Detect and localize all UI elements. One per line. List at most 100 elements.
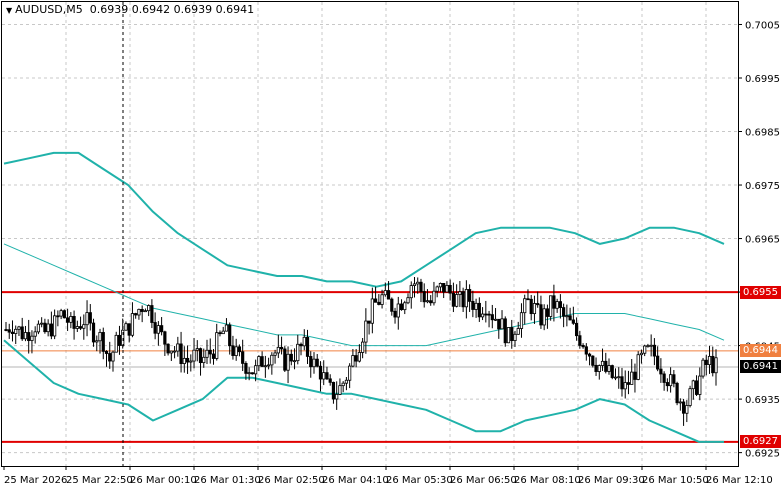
candle [600,348,605,371]
x-tick-label: 25 Mar 2026 [4,475,67,486]
y-tick-label: 0.6965 [745,235,780,246]
candle [393,307,397,324]
candle [153,312,157,340]
candle [263,355,267,378]
candle [675,381,679,406]
candle [688,385,692,408]
x-tick-label: 26 Mar 10:50 [642,475,709,486]
candle [198,347,203,376]
candle [49,311,53,340]
candle [237,344,242,357]
candle [17,325,21,336]
candle [82,314,86,340]
candle [72,310,76,340]
candle [10,320,15,342]
y-tick-label: 0.6935 [745,395,780,406]
candle [435,285,439,298]
candle [367,320,371,335]
candle [14,325,18,345]
candle [331,381,336,404]
candle [160,317,164,336]
candle [364,308,368,354]
price-tag-current: 0.6941 [740,360,781,374]
candle [276,334,280,359]
candle [581,343,585,349]
x-tick-label: 26 Mar 12:10 [706,475,773,486]
candle [455,284,459,308]
candle [587,352,592,366]
candle [205,339,209,365]
chart-canvas[interactable]: 0.7005 0.6995 0.6985 0.6975 0.6965 0.6955 0.69… [0,0,781,489]
candle [474,298,478,318]
candle [215,323,219,361]
candle [649,334,653,357]
y-tick-label: 0.6925 [745,449,780,460]
candle [322,360,326,386]
candle [361,337,365,359]
candle [221,326,225,335]
candle [656,346,660,372]
candle [46,319,50,337]
candle [623,370,627,399]
candle [529,294,533,321]
candle [714,349,718,386]
time-axis[interactable]: 25 Mar 202625 Mar 22:5026 Mar 00:1026 Ma… [3,466,773,486]
candle [147,304,151,317]
candle [104,350,109,367]
candle [189,354,193,372]
candle [652,338,657,366]
candle [292,348,297,370]
candle [532,295,537,324]
price-tag-resistance: 0.6955 [740,285,781,299]
candle [487,310,491,328]
candle [617,367,621,389]
candle [403,300,407,315]
candle [354,349,358,368]
candle [558,294,562,319]
candle [4,322,8,332]
candle [480,307,485,321]
y-tick-label: 0.6975 [745,181,780,192]
candle [669,367,673,393]
candle [536,291,540,308]
candle [348,363,352,389]
y-tick-label: 0.6985 [745,128,780,139]
candle [516,321,520,335]
candle [542,304,546,331]
candle [643,344,647,357]
candle [526,289,530,301]
candle [438,282,443,293]
candle [704,354,708,376]
candle [43,318,47,334]
candle [231,335,235,360]
candle [85,300,89,337]
candle [62,309,66,319]
candle [98,328,102,354]
candle [341,381,345,393]
candle [503,316,507,347]
candle [604,352,608,374]
candle [620,367,624,397]
candle [75,320,79,332]
candle [519,303,524,338]
candle [150,299,154,329]
candle [250,372,254,375]
x-tick-label: 25 Mar 22:50 [66,475,133,486]
candle [56,310,60,327]
candle [523,294,527,325]
candle [176,336,180,357]
candle [69,312,73,329]
candle [218,330,222,337]
candle [224,318,229,332]
candle [591,355,595,368]
candle [111,350,115,372]
candle [130,302,135,338]
candle [626,370,631,395]
x-tick-label: 26 Mar 04:10 [322,475,389,486]
dropdown-triangle-icon[interactable]: ▼ [6,6,12,15]
candle [390,297,394,316]
price-axis[interactable]: 0.7005 0.6995 0.6985 0.6975 0.6965 0.6955 0.69… [738,20,780,460]
y-tick-label: 0.7005 [745,20,780,31]
candle [539,295,543,329]
price-tag-orange-line: 0.6944 [740,344,781,358]
